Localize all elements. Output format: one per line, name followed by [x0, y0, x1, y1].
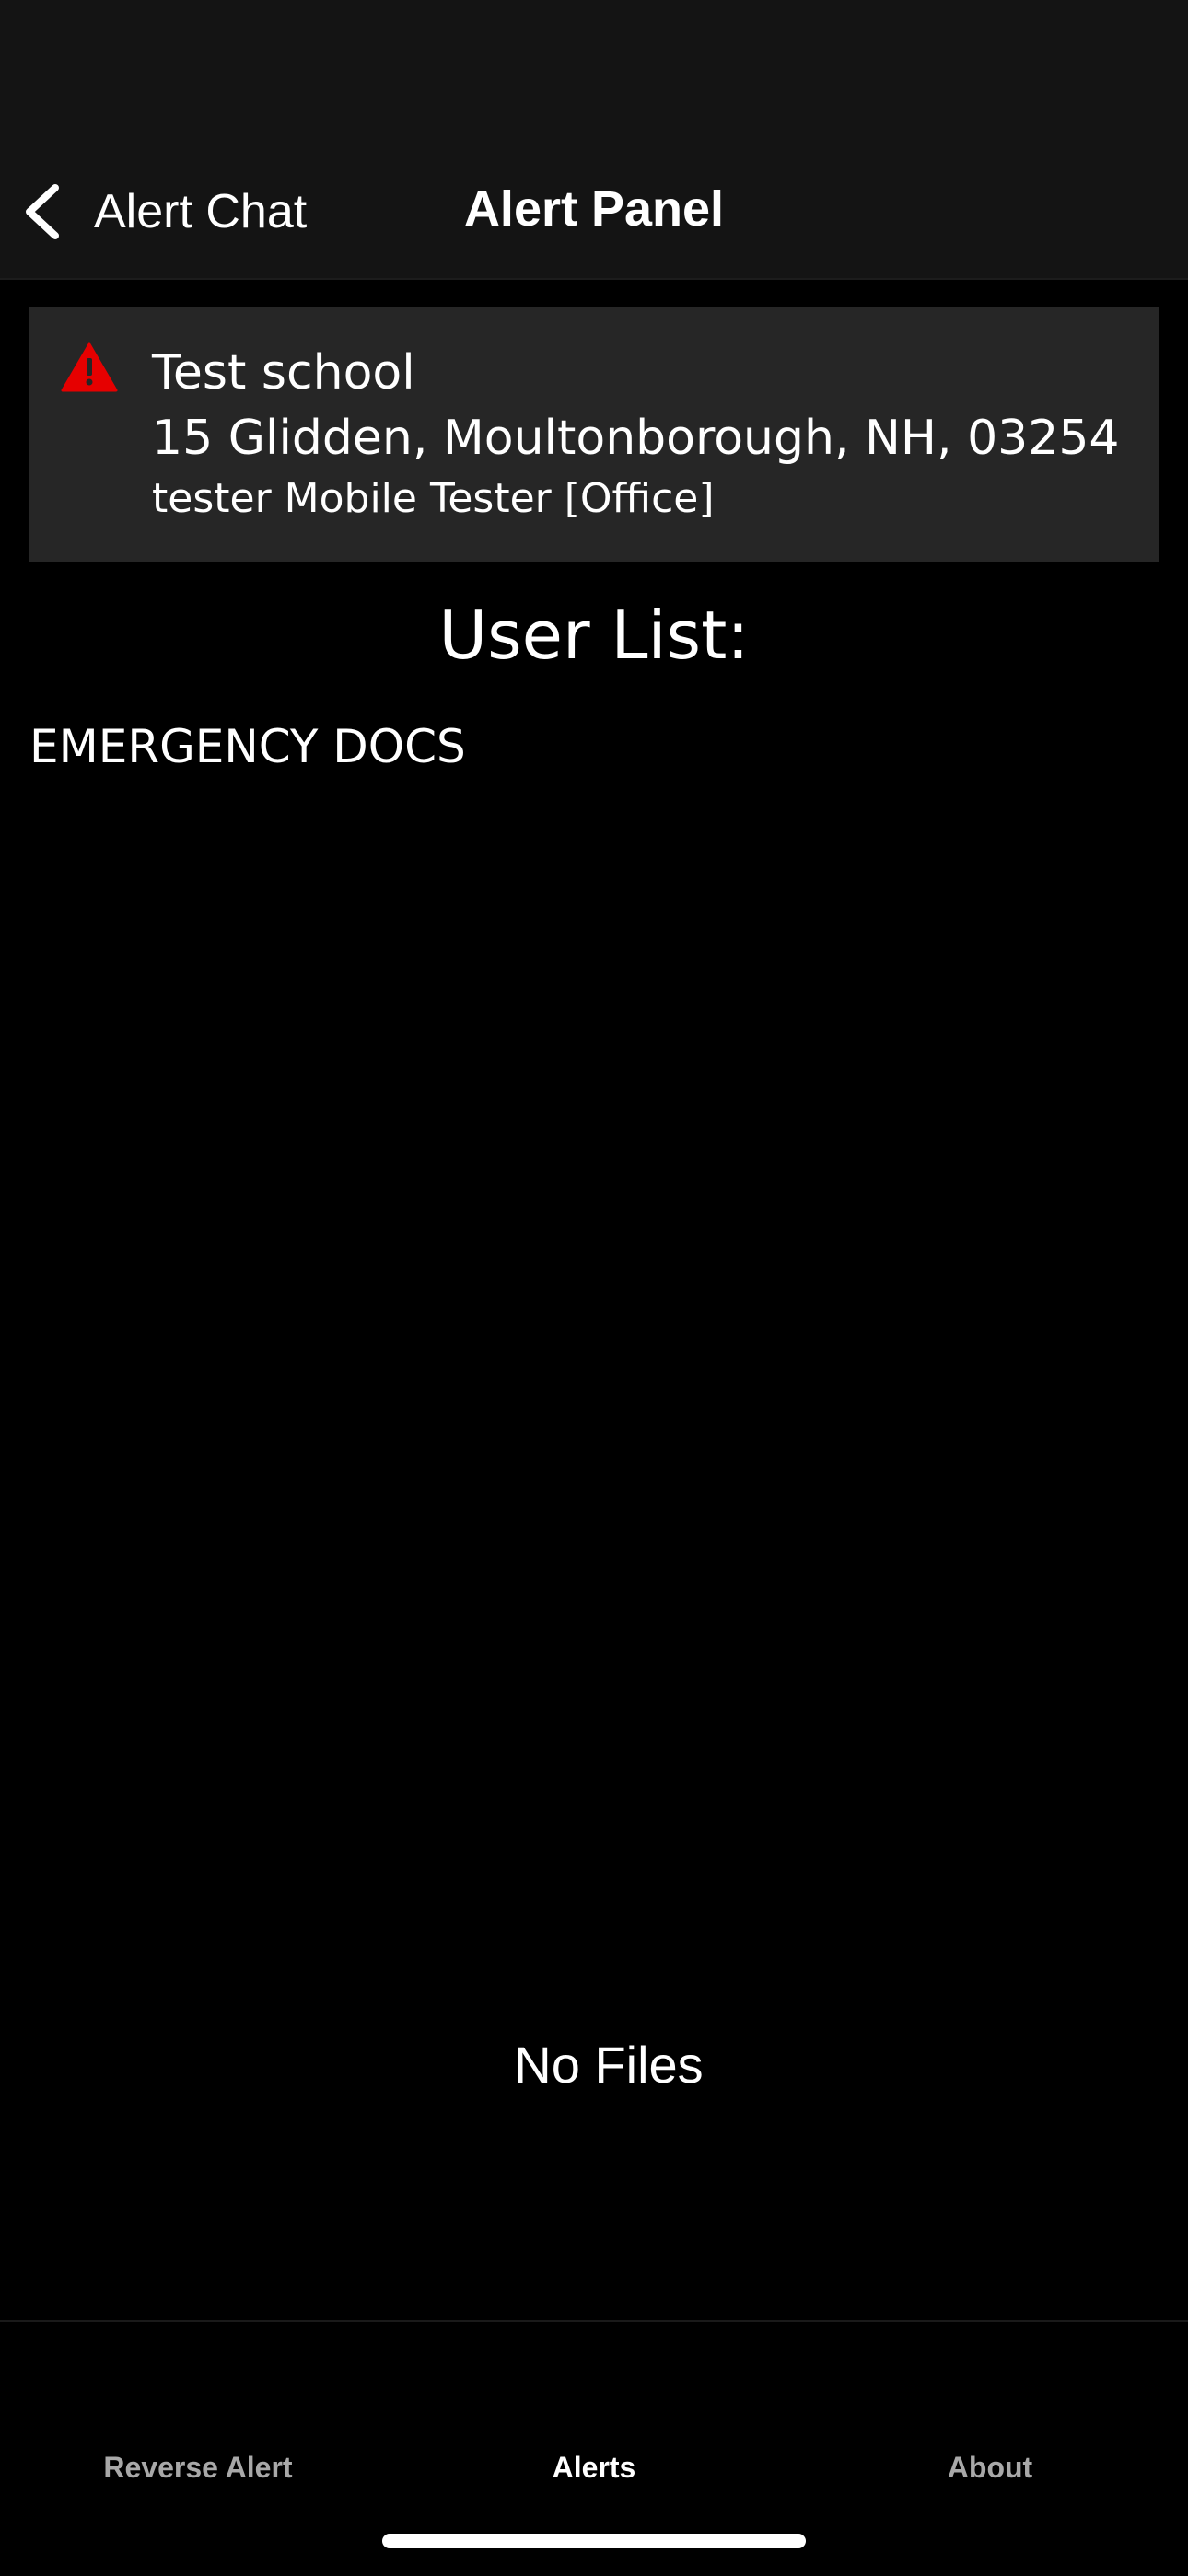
- alert-card[interactable]: Test school 15 Glidden, Moultonborough, …: [29, 307, 1159, 562]
- tab-about[interactable]: About: [792, 2451, 1188, 2485]
- tab-alerts[interactable]: Alerts: [396, 2451, 792, 2485]
- page-title: Alert Panel: [463, 181, 725, 237]
- no-files-message: No Files: [514, 2036, 704, 2094]
- navigation-header: Alert Chat Alert Panel: [0, 0, 1188, 280]
- emergency-docs-heading: EMERGENCY DOCS: [29, 720, 466, 773]
- alert-user: tester Mobile Tester [Office]: [152, 475, 715, 522]
- alert-details: Test school 15 Glidden, Moultonborough, …: [152, 341, 1140, 527]
- tab-reverse-alert[interactable]: Reverse Alert: [0, 2451, 396, 2485]
- warning-triangle-icon: [61, 342, 118, 392]
- user-list-title: User List:: [438, 597, 750, 674]
- home-indicator[interactable]: [382, 2534, 806, 2548]
- alert-location-name: Test school: [152, 345, 415, 400]
- alert-address: 15 Glidden, Moultonborough, NH, 03254: [152, 411, 1120, 466]
